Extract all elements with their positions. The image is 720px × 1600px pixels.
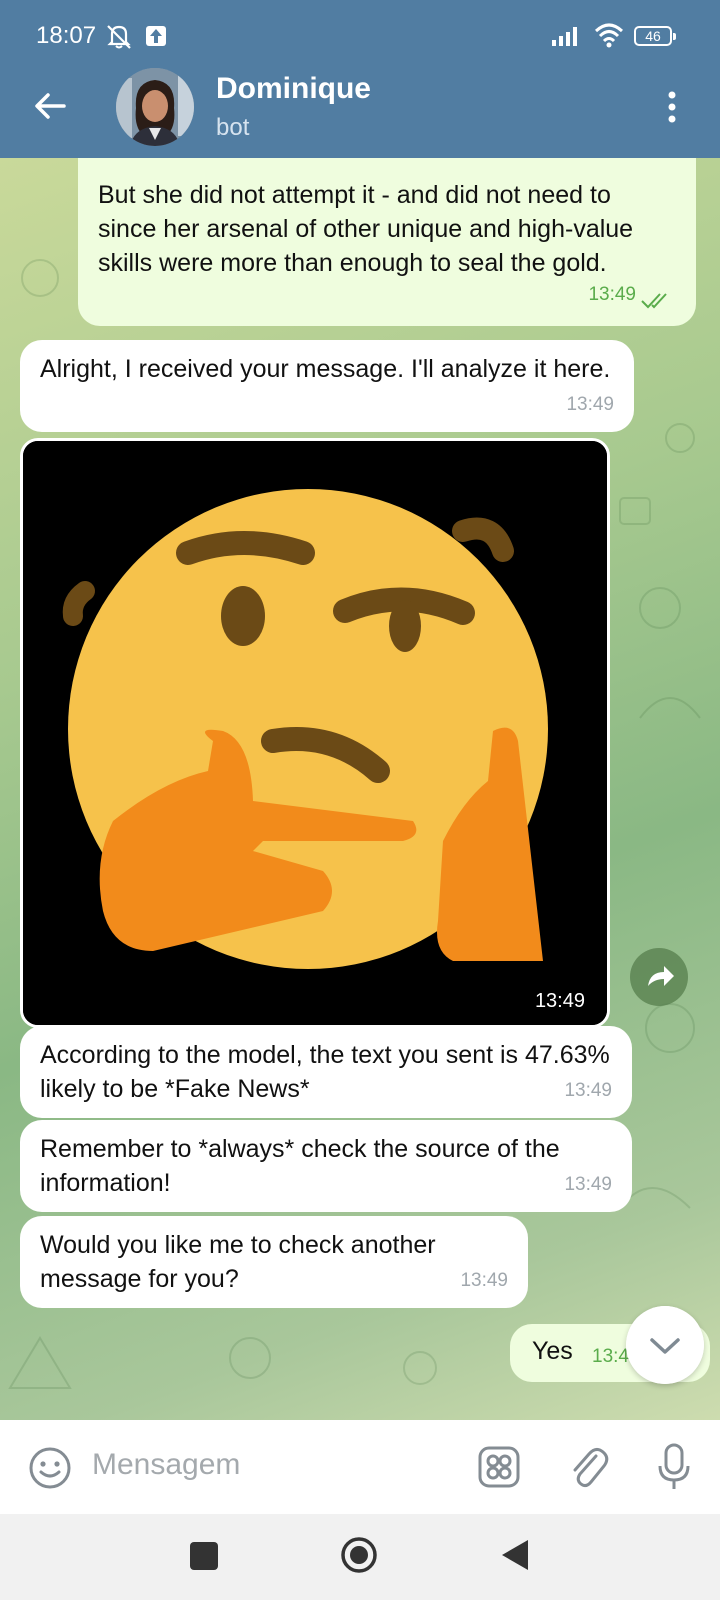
- image-message[interactable]: 13:49: [20, 438, 610, 1028]
- message-time: 13:49: [524, 988, 595, 1015]
- home-button[interactable]: [340, 1536, 378, 1574]
- signal-icon: [552, 27, 577, 46]
- chat-subtitle: bot: [216, 114, 250, 141]
- back-arrow-icon[interactable]: [32, 88, 68, 124]
- message-time: 13:49: [566, 394, 614, 415]
- thinking-face-emoji-icon: [23, 441, 607, 1025]
- system-back-button[interactable]: [500, 1538, 530, 1572]
- chat-header: 18:07 46 Dominique bot: [0, 0, 720, 158]
- message-text: But she did not attempt it - and did not…: [98, 181, 634, 277]
- system-navigation-bar: [0, 1514, 720, 1600]
- chat-title[interactable]: Dominique: [216, 72, 371, 106]
- incoming-message[interactable]: According to the model, the text you sen…: [20, 1026, 632, 1118]
- message-text: Remember to *always* check the source of…: [40, 1135, 560, 1197]
- forward-share-icon[interactable]: [630, 948, 688, 1006]
- upload-notification-icon: [146, 26, 166, 46]
- message-composer: Mensagem: [0, 1420, 720, 1514]
- incoming-message[interactable]: Alright, I received your message. I'll a…: [20, 340, 634, 432]
- message-time: 13:49: [460, 1270, 508, 1291]
- incoming-message[interactable]: Remember to *always* check the source of…: [20, 1120, 632, 1212]
- wifi-icon: [594, 23, 624, 48]
- muted-bell-icon: [107, 25, 131, 49]
- message-input[interactable]: Mensagem: [92, 1448, 240, 1482]
- avatar[interactable]: [116, 68, 194, 146]
- read-checkmarks-icon: [641, 293, 667, 309]
- message-time: 13:49: [588, 284, 636, 305]
- message-text: Alright, I received your message. I'll a…: [40, 355, 611, 383]
- message-list[interactable]: But she did not attempt it - and did not…: [0, 158, 720, 1420]
- status-bar: 18:07 46: [0, 0, 720, 66]
- message-text: Would you like me to check another messa…: [40, 1231, 436, 1293]
- attach-icon[interactable]: [566, 1442, 610, 1490]
- scroll-to-bottom-icon[interactable]: [626, 1306, 704, 1384]
- message-time: 13:49: [564, 1174, 612, 1195]
- stickers-icon[interactable]: [478, 1446, 520, 1488]
- status-time: 18:07: [36, 22, 97, 49]
- message-time: 13:49: [564, 1080, 612, 1101]
- more-options-icon[interactable]: [664, 90, 680, 124]
- message-text: According to the model, the text you sen…: [40, 1041, 610, 1103]
- microphone-icon[interactable]: [656, 1442, 692, 1492]
- battery-indicator: 46: [634, 26, 676, 46]
- message-time: 13:4: [592, 1346, 629, 1367]
- outgoing-message[interactable]: But she did not attempt it - and did not…: [78, 158, 696, 326]
- incoming-message[interactable]: Would you like me to check another messa…: [20, 1216, 528, 1308]
- recent-apps-button[interactable]: [190, 1542, 218, 1570]
- emoji-icon[interactable]: [28, 1446, 72, 1490]
